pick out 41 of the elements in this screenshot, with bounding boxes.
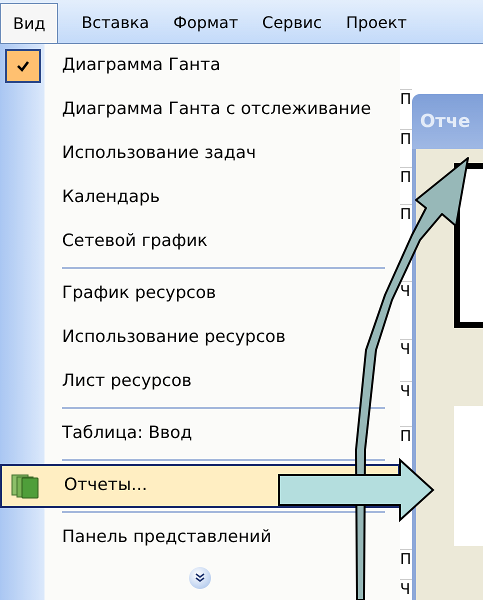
table-cell-text: Ч [400, 382, 412, 400]
menu-item-label: Лист ресурсов [61, 370, 192, 394]
menu-item-label: Таблица: Ввод [61, 422, 192, 446]
menu-item-label: Календарь [61, 186, 160, 210]
table-cell: П [400, 550, 412, 568]
menu-bar-item[interactable]: Сервис [253, 3, 331, 43]
menu-item[interactable]: Таблица: Ввод [0, 412, 400, 456]
check-icon [16, 60, 30, 72]
report-book-icon [10, 473, 40, 499]
menu-item-label: Использование ресурсов [61, 326, 286, 350]
table-cell-text: Ч [400, 580, 412, 598]
table-cell: П [400, 90, 412, 108]
menu-item[interactable]: Лист ресурсов [0, 360, 400, 404]
menu-bar-item[interactable]: Вставка [72, 3, 158, 43]
menu-item-label: Сетевой график [61, 230, 208, 254]
menu-item[interactable]: Диаграмма Ганта с отслеживание [0, 88, 400, 132]
table-cell-text: Ч [400, 340, 412, 358]
menu-item[interactable]: Использование ресурсов [0, 316, 400, 360]
menu-bar-item[interactable]: Вид [0, 3, 58, 43]
table-cell: П [400, 427, 412, 445]
menu-item-label: Отчеты... [63, 474, 148, 498]
table-cell: П [400, 168, 412, 186]
chevron-down-icon [195, 573, 205, 583]
menu-item[interactable]: График ресурсов [0, 272, 400, 316]
menu-item-label: Использование задач [61, 142, 256, 166]
menu-item[interactable]: Использование задач [0, 132, 400, 176]
menu-item[interactable]: Панель представлений [0, 516, 400, 560]
table-cell: П [400, 205, 412, 223]
menu-item-label: Панель представлений [61, 526, 272, 550]
dialog-title: Отче [420, 110, 470, 134]
menu-item[interactable]: Календарь [0, 176, 400, 220]
menu-item[interactable]: Диаграмма Ганта [0, 44, 400, 88]
menu-item-label: Диаграмма Ганта [61, 54, 221, 78]
menu-bar-item[interactable]: Проект [336, 3, 416, 43]
table-cell: П [400, 130, 412, 148]
menu-item-label: График ресурсов [61, 282, 216, 306]
menu-item[interactable]: Сетевой график [0, 220, 400, 264]
menu-item-label: Диаграмма Ганта с отслеживание [61, 98, 372, 122]
table-cell-text: Ч [400, 282, 412, 300]
expand-button[interactable] [189, 567, 211, 589]
menu-bar-item[interactable]: Формат [164, 3, 248, 43]
